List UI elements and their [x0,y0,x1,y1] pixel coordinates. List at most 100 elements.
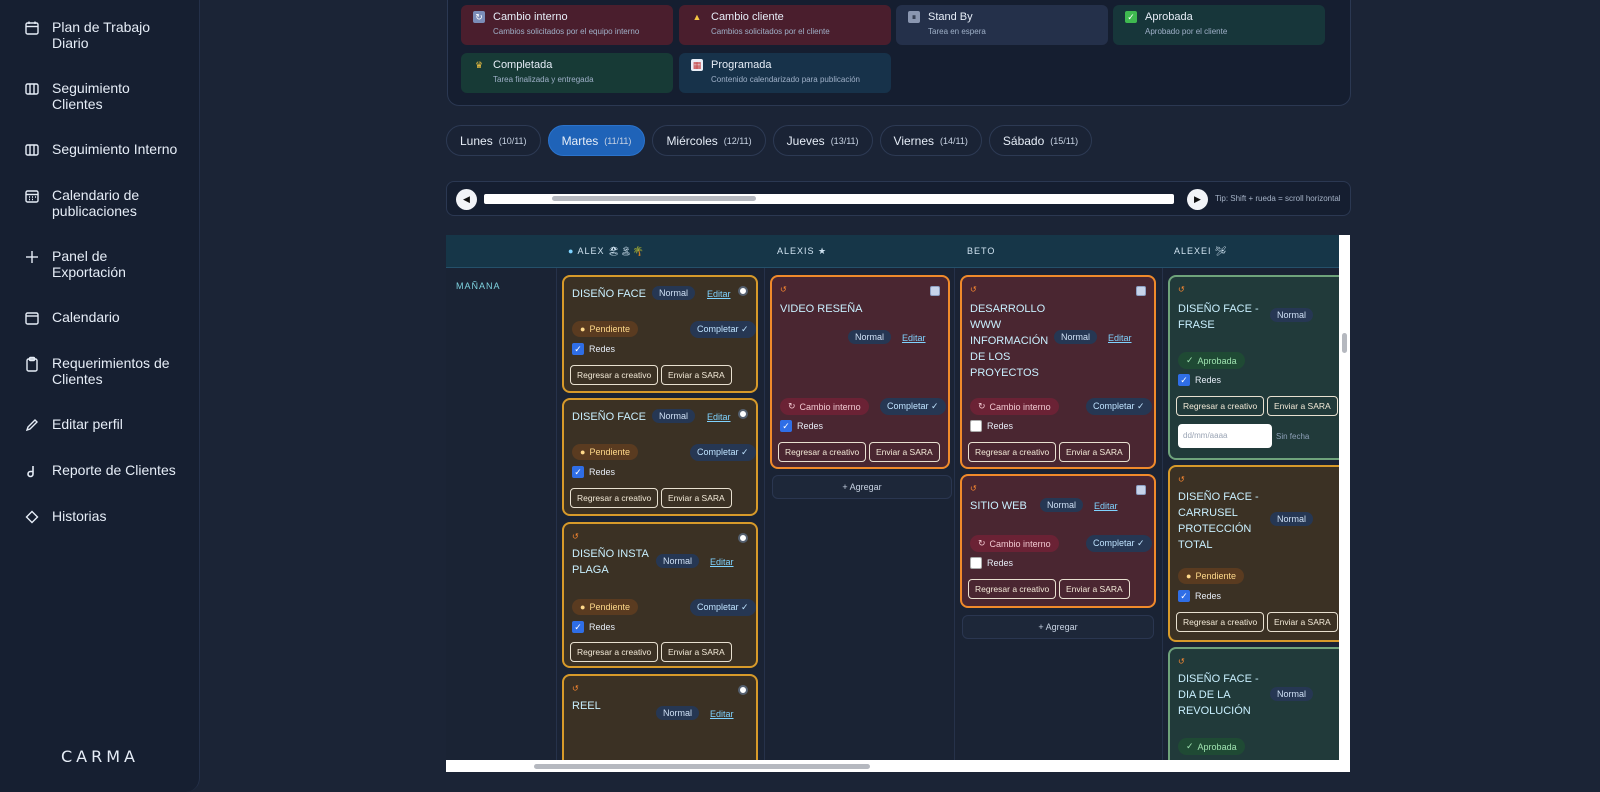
return-to-creative-button[interactable]: Regresar a creativo [968,442,1057,462]
add-task-button[interactable]: + Agregar [962,615,1154,639]
redes-checkbox[interactable]: ✓ Redes [780,420,823,432]
redes-checkbox[interactable]: ✓ Redes [572,466,615,478]
task-card[interactable]: ↺ REEL Normal Editar [562,674,758,760]
redes-checkbox[interactable]: ✓ Redes [1178,374,1221,386]
send-to-sara-button[interactable]: Enviar a SARA [661,642,732,662]
sidebar-item-requerimientos[interactable]: Requerimientos de Clientes [0,350,199,392]
publish-date-input[interactable]: dd/mm/aaaa [1178,424,1272,448]
send-to-sara-button[interactable]: Enviar a SARA [661,365,732,385]
status-dot-icon[interactable] [738,286,748,296]
complete-button[interactable]: Completar ✓ [1086,535,1152,552]
tab-lunes[interactable]: Lunes (10/11) [446,125,541,156]
task-card[interactable]: ↺ DISEÑO FACE - DIA DE LA REVOLUCIÓN Nor… [1168,647,1339,760]
edit-link[interactable]: Editar [710,557,734,567]
sidebar-item-label: Editar perfil [52,416,123,432]
sidebar-item-reporte-clientes[interactable]: Reporte de Clientes [0,457,199,484]
return-to-creative-button[interactable]: Regresar a creativo [1176,612,1265,632]
sidebar-item-seguimiento-clientes[interactable]: Seguimiento Clientes [0,75,199,117]
tab-sabado[interactable]: Sábado (15/11) [988,125,1093,156]
send-to-sara-button[interactable]: Enviar a SARA [661,488,732,508]
task-card[interactable]: ↺ DISEÑO INSTA PLAGA Normal Editar ● Pend… [562,522,758,668]
priority-badge: Normal [656,554,700,568]
complete-button[interactable]: Completar ✓ [690,444,756,461]
checkbox-checked-icon[interactable]: ✓ [1178,590,1190,602]
task-card[interactable]: DISEÑO FACE Normal Editar ● Pendiente Com… [562,398,758,516]
tab-viernes[interactable]: Viernes (14/11) [879,125,982,156]
redes-checkbox[interactable]: ✓ Redes [572,621,615,633]
column-title-alex: ● ALEX 🏖🏝🌴 [568,246,646,256]
send-to-sara-button[interactable]: Enviar a SARA [1267,612,1338,632]
scroll-right-button[interactable]: ▶ [1187,189,1208,210]
checkbox-checked-icon[interactable]: ✓ [1178,374,1190,386]
status-badge: ↻ Cambio interno [970,398,1059,415]
sidebar-item-editar-perfil[interactable]: Editar perfil [0,411,199,438]
complete-button[interactable]: Completar ✓ [880,398,946,415]
return-to-creative-button[interactable]: Regresar a creativo [968,579,1057,599]
refresh-icon: ↺ [1178,285,1185,294]
send-to-sara-button[interactable]: Enviar a SARA [1267,396,1338,416]
checkbox-unchecked-icon[interactable] [970,420,982,432]
horizontal-scroll-thumb[interactable] [534,764,870,769]
edit-link[interactable]: Editar [1094,501,1118,511]
tab-jueves[interactable]: Jueves (13/11) [772,125,873,156]
checkbox-unchecked-icon[interactable] [970,557,982,569]
edit-link[interactable]: Editar [710,709,734,719]
complete-button[interactable]: Completar ✓ [690,321,756,338]
complete-button[interactable]: Completar ✓ [690,599,756,616]
edit-link[interactable]: Editar [707,412,731,422]
redes-checkbox[interactable]: ✓ Redes [1178,590,1221,602]
edit-link[interactable]: Editar [1108,333,1132,343]
column-divider [954,268,955,760]
sidebar-item-plan-trabajo[interactable]: Plan de Trabajo Diario [0,14,199,56]
tab-martes[interactable]: Martes (11/11) [547,125,646,156]
status-dot-icon[interactable] [738,533,748,543]
vertical-scroll-thumb[interactable] [1342,333,1347,353]
add-task-button[interactable]: + Agregar [772,475,952,499]
sidebar-item-panel-exportacion[interactable]: Panel de Exportación [0,243,199,285]
checkbox-checked-icon[interactable]: ✓ [572,466,584,478]
edit-link[interactable]: Editar [707,289,731,299]
return-to-creative-button[interactable]: Regresar a creativo [778,442,867,462]
task-card[interactable]: ↺ DISEÑO FACE - FRASE Normal ✓ Aprobada ✓… [1168,275,1339,460]
return-to-creative-button[interactable]: Regresar a creativo [570,365,659,385]
return-to-creative-button[interactable]: Regresar a creativo [570,488,659,508]
vertical-scrollbar[interactable] [1339,235,1350,760]
scroll-track[interactable] [484,194,1174,204]
checkbox-icon[interactable] [1136,485,1146,495]
sidebar-item-calendario[interactable]: Calendario [0,304,199,331]
status-dot-icon[interactable] [738,685,748,695]
pending-icon: ● [580,447,586,457]
pause-icon: ⏸ [908,11,920,23]
send-to-sara-button[interactable]: Enviar a SARA [869,442,940,462]
status-aprobada: ✓ Aprobada Aprobado por el cliente [1113,5,1325,45]
redes-checkbox[interactable]: ✓ Redes [572,343,615,355]
checkbox-icon[interactable] [1136,286,1146,296]
sidebar-item-calendario-publicaciones[interactable]: Calendario de publicaciones [0,182,199,224]
checkbox-checked-icon[interactable]: ✓ [780,420,792,432]
send-to-sara-button[interactable]: Enviar a SARA [1059,442,1130,462]
status-dot-icon[interactable] [738,409,748,419]
checkbox-checked-icon[interactable]: ✓ [572,621,584,633]
complete-button[interactable]: Completar ✓ [1086,398,1152,415]
sidebar-item-historias[interactable]: Historias [0,503,199,530]
task-card[interactable]: ↺ SITIO WEB Normal Editar ↻ Cambio intern… [960,474,1156,608]
task-card[interactable]: ↺ DISEÑO FACE - CARRUSEL PROTECCIÓN TOTA… [1168,465,1339,642]
return-to-creative-button[interactable]: Regresar a creativo [570,642,659,662]
checkbox-checked-icon[interactable]: ✓ [572,343,584,355]
sidebar-item-seguimiento-interno[interactable]: Seguimiento Interno [0,136,199,163]
priority-badge: Normal [1270,512,1314,526]
return-to-creative-button[interactable]: Regresar a creativo [1176,396,1265,416]
tab-miercoles[interactable]: Miércoles (12/11) [652,125,766,156]
task-card[interactable]: ↺ DESARROLLO WWW INFORMACIÓN DE LOS PROY… [960,275,1156,469]
horizontal-scrollbar[interactable] [446,760,1350,772]
status-badge: ↻ Cambio interno [970,535,1059,552]
redes-checkbox[interactable]: Redes [970,420,1013,432]
edit-link[interactable]: Editar [902,333,926,343]
scroll-thumb[interactable] [552,196,756,201]
task-card[interactable]: ↺ VIDEO RESEÑA Normal Editar ↻ Cambio int… [770,275,950,469]
checkbox-icon[interactable] [930,286,940,296]
task-card[interactable]: DISEÑO FACE Normal Editar ● Pendiente Com… [562,275,758,393]
redes-checkbox[interactable]: Redes [970,557,1013,569]
scroll-left-button[interactable]: ◀ [456,189,477,210]
send-to-sara-button[interactable]: Enviar a SARA [1059,579,1130,599]
